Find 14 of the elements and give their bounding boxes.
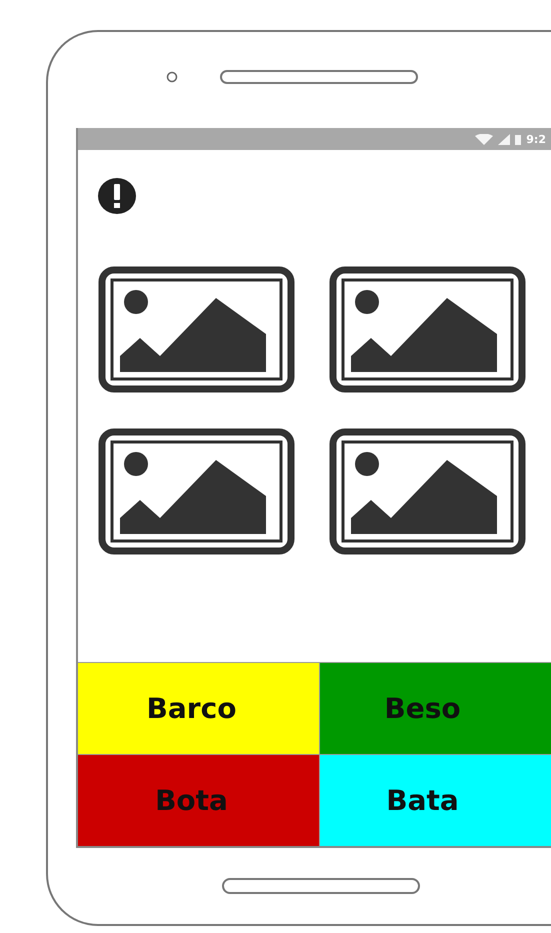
word-button[interactable]: Beso — [320, 662, 551, 754]
camera-icon — [166, 71, 178, 83]
battery-icon — [515, 134, 522, 144]
alert-icon — [98, 178, 136, 214]
image-placeholder-icon — [98, 428, 295, 555]
image-placeholder-icon — [98, 266, 295, 393]
status-time: 9:2 — [526, 132, 546, 146]
word-button[interactable]: Barco — [78, 662, 320, 754]
home-button[interactable] — [222, 878, 420, 894]
image-placeholder-icon — [329, 428, 526, 555]
image-placeholder-icon — [329, 266, 526, 393]
wifi-icon — [475, 134, 494, 144]
word-button[interactable]: Bata — [320, 754, 551, 846]
signal-icon — [498, 134, 510, 144]
